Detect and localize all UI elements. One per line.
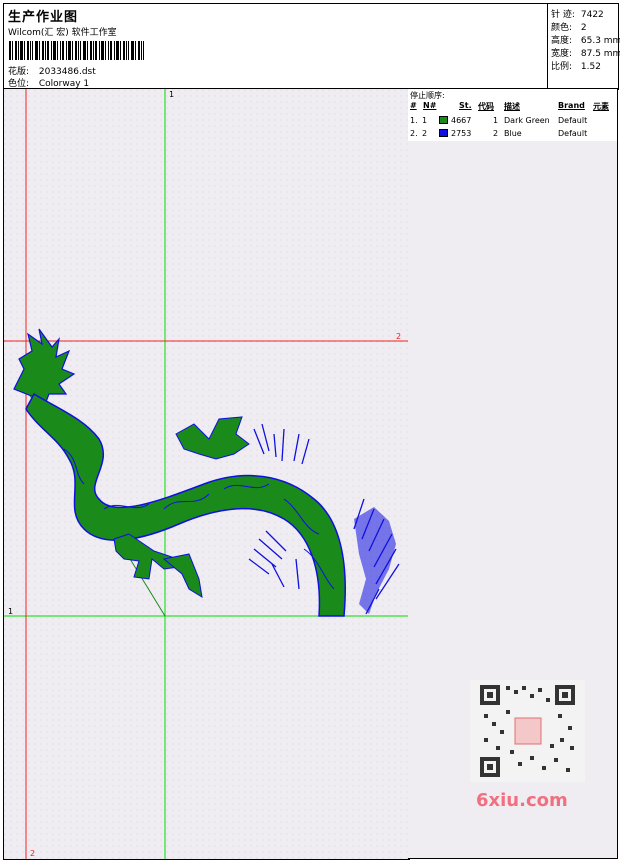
guide-label-2-bottom: 2 — [30, 849, 36, 858]
stat-width-value: 87.5 mm — [580, 49, 620, 59]
stat-ratio: 比例: 1.52 — [551, 59, 601, 72]
row-index: 1. — [410, 116, 418, 125]
color-swatch-blue — [439, 129, 448, 137]
stat-ratio-value: 1.52 — [580, 62, 601, 72]
col-header-brand: Brand — [558, 101, 585, 110]
table-row[interactable]: 1. 1 4667 1 Dark Green Default — [408, 116, 617, 128]
guide-label-1-left: 1 — [8, 607, 14, 616]
row-brand: Default — [558, 116, 588, 125]
stat-ratio-label: 比例: — [551, 62, 573, 72]
row-brand: Default — [558, 129, 588, 138]
col-header-needle: N# — [423, 101, 437, 110]
row-code: 2 — [493, 129, 499, 138]
barcode-icon — [9, 41, 144, 60]
table-row[interactable]: 2. 2 2753 2 Blue Default — [408, 129, 617, 141]
watermark-site: 6xiu.com — [476, 790, 568, 811]
guide-label-2-right: 2 — [396, 332, 402, 341]
worksheet-header: 生产作业图 Wilcom(汇 宏) 软件工作室 花版: 2033486.dst … — [3, 3, 620, 90]
col-header-element: 元素 — [593, 102, 609, 111]
row-description: Blue — [504, 129, 522, 138]
production-worksheet: 生产作业图 Wilcom(汇 宏) 软件工作室 花版: 2033486.dst … — [0, 0, 620, 861]
row-needle: 1 — [422, 116, 428, 125]
stat-stitches-label: 针 迹: — [551, 10, 575, 20]
row-stitches: 4667 — [451, 116, 472, 125]
design-preview-canvas[interactable]: 1 2 1 2 — [3, 88, 410, 860]
stat-colors-label: 颜色: — [551, 23, 573, 33]
row-stitches: 2753 — [451, 129, 472, 138]
color-swatch-dark-green — [439, 116, 448, 124]
stat-width: 宽度: 87.5 mm — [551, 46, 620, 59]
stat-height: 高度: 65.3 mm — [551, 33, 620, 46]
stat-stitches: 针 迹: 7422 — [551, 7, 604, 20]
stat-height-value: 65.3 mm — [580, 36, 620, 46]
stop-sequence-table: 停止顺序: # N# St. 代码 描述 Brand 元素 1. 1 4667 … — [408, 88, 618, 143]
row-index: 2. — [410, 129, 418, 138]
worksheet-title: 生产作业图 — [8, 10, 79, 25]
row-description: Dark Green — [504, 116, 550, 125]
guide-label-1-top: 1 — [169, 90, 175, 99]
stat-stitches-value: 7422 — [580, 10, 604, 20]
col-header-code: 代码 — [478, 102, 494, 111]
col-header-description: 描述 — [504, 102, 520, 111]
canvas-drawing — [4, 89, 409, 859]
design-stats-panel: 针 迹: 7422 颜色: 2 高度: 65.3 mm 宽度: 87.5 mm … — [547, 4, 620, 89]
stat-height-label: 高度: — [551, 36, 573, 46]
software-studio-label: Wilcom(汇 宏) 软件工作室 — [8, 28, 117, 38]
row-needle: 2 — [422, 129, 428, 138]
col-header-index: # — [410, 101, 417, 110]
stat-colors-value: 2 — [580, 23, 587, 33]
stat-width-label: 宽度: — [551, 49, 573, 59]
stat-colors: 颜色: 2 — [551, 20, 587, 33]
row-code: 1 — [493, 116, 499, 125]
stop-sequence-title: 停止顺序: — [410, 91, 445, 100]
col-header-stitches: St. — [459, 101, 472, 110]
qr-code-icon — [470, 680, 585, 782]
